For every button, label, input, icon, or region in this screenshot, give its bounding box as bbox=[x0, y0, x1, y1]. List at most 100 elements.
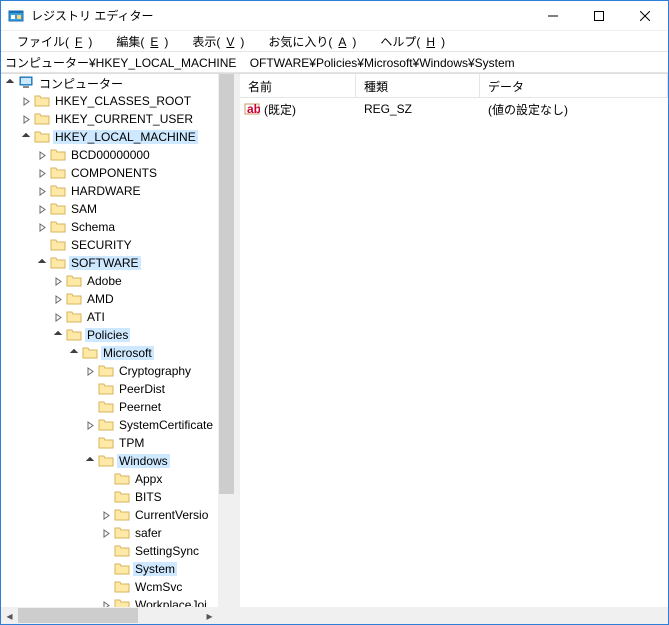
tree-label: SettingSync bbox=[133, 544, 201, 558]
folder-icon bbox=[66, 310, 82, 324]
scrollbar-thumb[interactable] bbox=[219, 74, 234, 494]
folder-icon bbox=[34, 112, 50, 126]
tree-item-adobe[interactable]: Adobe bbox=[1, 272, 218, 290]
tree-item-crypto[interactable]: Cryptography bbox=[1, 362, 218, 380]
folder-icon bbox=[66, 292, 82, 306]
tree-label: AMD bbox=[85, 292, 116, 306]
folder-icon bbox=[98, 364, 114, 378]
chevron-right-icon[interactable] bbox=[35, 166, 49, 180]
chevron-right-icon[interactable] bbox=[51, 310, 65, 324]
tree-item-hkcr[interactable]: HKEY_CLASSES_ROOT bbox=[1, 92, 218, 110]
chevron-down-icon[interactable] bbox=[35, 256, 49, 270]
spacer bbox=[99, 580, 113, 594]
tree-item-windows[interactable]: Windows bbox=[1, 452, 218, 470]
folder-icon bbox=[114, 526, 130, 540]
tree-vscrollbar[interactable] bbox=[218, 74, 235, 607]
close-button[interactable] bbox=[622, 1, 668, 31]
minimize-button[interactable] bbox=[530, 1, 576, 31]
chevron-down-icon[interactable] bbox=[51, 328, 65, 342]
tree-label: HKEY_CURRENT_USER bbox=[53, 112, 195, 126]
chevron-right-icon[interactable] bbox=[35, 184, 49, 198]
tree-label: Schema bbox=[69, 220, 117, 234]
tree-label: ATI bbox=[85, 310, 107, 324]
tree-item-workplace[interactable]: WorkplaceJoi bbox=[1, 596, 218, 607]
spacer bbox=[99, 472, 113, 486]
chevron-right-icon[interactable] bbox=[35, 148, 49, 162]
spacer bbox=[83, 436, 97, 450]
tree-item-ati[interactable]: ATI bbox=[1, 308, 218, 326]
chevron-right-icon[interactable] bbox=[35, 220, 49, 234]
chevron-right-icon[interactable] bbox=[19, 112, 33, 126]
maximize-button[interactable] bbox=[576, 1, 622, 31]
tree-item-curver[interactable]: CurrentVersio bbox=[1, 506, 218, 524]
folder-icon bbox=[114, 562, 130, 576]
folder-icon bbox=[50, 220, 66, 234]
titlebar: レジストリ エディター bbox=[1, 1, 668, 31]
tree-item-sam[interactable]: SAM bbox=[1, 200, 218, 218]
chevron-right-icon[interactable] bbox=[99, 526, 113, 540]
scroll-left-icon[interactable]: ◂ bbox=[1, 607, 18, 624]
tree-item-appx[interactable]: Appx bbox=[1, 470, 218, 488]
tree-label: Peernet bbox=[117, 400, 163, 414]
list-header: 名前 種類 データ bbox=[240, 74, 668, 98]
chevron-down-icon[interactable] bbox=[83, 454, 97, 468]
menu-file[interactable]: ファイル(F) bbox=[5, 31, 104, 52]
tree-item-schema[interactable]: Schema bbox=[1, 218, 218, 236]
chevron-right-icon[interactable] bbox=[99, 598, 113, 607]
chevron-right-icon[interactable] bbox=[35, 202, 49, 216]
menu-edit[interactable]: 編集(E) bbox=[104, 31, 180, 52]
tree-item-tpm[interactable]: TPM bbox=[1, 434, 218, 452]
tree-item-setsync[interactable]: SettingSync bbox=[1, 542, 218, 560]
tree-item-peernet[interactable]: Peernet bbox=[1, 398, 218, 416]
tree-item-peerdist[interactable]: PeerDist bbox=[1, 380, 218, 398]
list-hscrollbar[interactable] bbox=[240, 607, 668, 624]
tree-item-bcd[interactable]: BCD00000000 bbox=[1, 146, 218, 164]
menu-favorites[interactable]: お気に入り(A) bbox=[256, 31, 368, 52]
chevron-down-icon[interactable] bbox=[19, 130, 33, 144]
chevron-right-icon[interactable] bbox=[83, 364, 97, 378]
menu-view[interactable]: 表示(V) bbox=[180, 31, 256, 52]
tree-item-software[interactable]: SOFTWARE bbox=[1, 254, 218, 272]
value-type: REG_SZ bbox=[356, 102, 480, 116]
column-header-name[interactable]: 名前 bbox=[240, 74, 356, 97]
tree-item-hardware[interactable]: HARDWARE bbox=[1, 182, 218, 200]
tree-item-bits[interactable]: BITS bbox=[1, 488, 218, 506]
tree-label: COMPONENTS bbox=[69, 166, 159, 180]
tree-item-wcmsvc[interactable]: WcmSvc bbox=[1, 578, 218, 596]
value-data: (値の設定なし) bbox=[480, 101, 668, 118]
spacer bbox=[99, 544, 113, 558]
chevron-right-icon[interactable] bbox=[51, 274, 65, 288]
folder-icon bbox=[114, 472, 130, 486]
scroll-right-icon[interactable]: ▸ bbox=[201, 607, 218, 624]
tree-item-syscert[interactable]: SystemCertificate bbox=[1, 416, 218, 434]
chevron-right-icon[interactable] bbox=[51, 292, 65, 306]
tree-item-safer[interactable]: safer bbox=[1, 524, 218, 542]
column-header-type[interactable]: 種類 bbox=[356, 74, 480, 97]
folder-icon bbox=[114, 580, 130, 594]
tree-item-hkcu[interactable]: HKEY_CURRENT_USER bbox=[1, 110, 218, 128]
tree-item-components[interactable]: COMPONENTS bbox=[1, 164, 218, 182]
tree-item-hklm[interactable]: HKEY_LOCAL_MACHINE bbox=[1, 128, 218, 146]
address-input[interactable] bbox=[1, 53, 668, 71]
tree-item-microsoft[interactable]: Microsoft bbox=[1, 344, 218, 362]
tree-item-security[interactable]: SECURITY bbox=[1, 236, 218, 254]
tree-view[interactable]: コンピューターHKEY_CLASSES_ROOT HKEY_CURRENT_USE… bbox=[1, 74, 218, 607]
chevron-right-icon[interactable] bbox=[83, 418, 97, 432]
chevron-down-icon[interactable] bbox=[67, 346, 81, 360]
tree-label: WorkplaceJoi bbox=[133, 598, 209, 607]
column-header-data[interactable]: データ bbox=[480, 74, 668, 97]
chevron-down-icon[interactable] bbox=[3, 76, 17, 90]
folder-icon bbox=[98, 454, 114, 468]
tree-item-policies[interactable]: Policies bbox=[1, 326, 218, 344]
tree-item-amd[interactable]: AMD bbox=[1, 290, 218, 308]
chevron-right-icon[interactable] bbox=[19, 94, 33, 108]
list-item[interactable]: ab (既定) REG_SZ (値の設定なし) bbox=[240, 100, 668, 118]
tree-item-system[interactable]: System bbox=[1, 560, 218, 578]
chevron-right-icon[interactable] bbox=[99, 508, 113, 522]
menu-help[interactable]: ヘルプ(H) bbox=[368, 31, 457, 52]
tree-label: TPM bbox=[117, 436, 146, 450]
tree-hscrollbar[interactable]: ◂ ▸ bbox=[1, 607, 218, 624]
spacer bbox=[99, 490, 113, 504]
tree-item-root[interactable]: コンピューター bbox=[1, 74, 218, 92]
scrollbar-thumb[interactable] bbox=[18, 608, 138, 623]
